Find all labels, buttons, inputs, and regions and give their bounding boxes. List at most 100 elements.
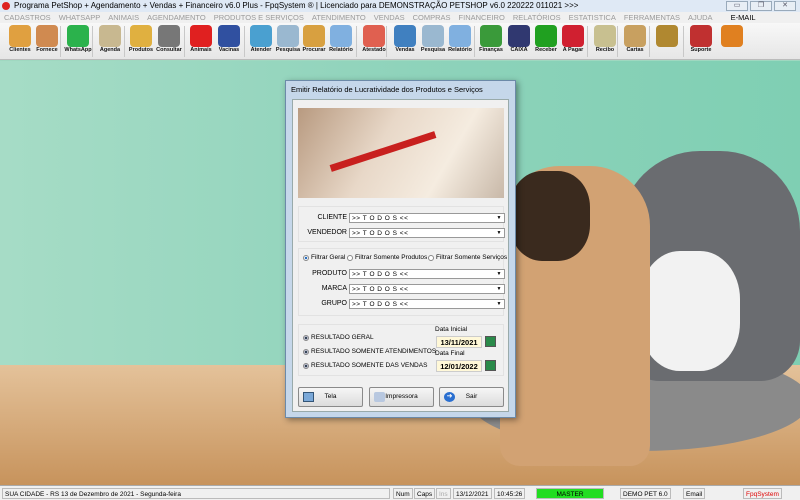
result-label: RESULTADO SOMENTE ATENDIMENTOS bbox=[311, 348, 437, 355]
toolbar-button-clientes[interactable]: Clientes bbox=[6, 25, 34, 59]
menu-item[interactable]: CADASTROS bbox=[0, 12, 55, 23]
toolbar-button-caixa[interactable]: CAIXA bbox=[505, 25, 533, 59]
vendedor-value: >> T O D O S << bbox=[352, 230, 409, 237]
menu-item[interactable]: ATENDIMENTO bbox=[308, 12, 370, 23]
data-inicial-label: Data Inicial bbox=[435, 326, 468, 333]
title-bar: Programa PetShop + Agendamento + Vendas … bbox=[0, 0, 800, 12]
menu-item[interactable]: WHATSAPP bbox=[55, 12, 105, 23]
products-icon bbox=[130, 25, 152, 47]
filter-label: Filtrar Geral bbox=[311, 254, 346, 261]
calendar-icon[interactable] bbox=[485, 360, 496, 371]
dropdown-arrow-icon: ▼ bbox=[496, 286, 502, 292]
monitor-icon bbox=[394, 25, 416, 47]
menu-item[interactable]: AJUDA bbox=[684, 12, 717, 23]
cliente-select[interactable]: >> T O D O S << ▼ bbox=[349, 213, 505, 223]
filter-produtos-radio[interactable]: Filtrar Somente Produtos bbox=[347, 254, 427, 261]
menu-bar: CADASTROS WHATSAPP ANIMAIS AGENDAMENTO PRODU… bbox=[0, 12, 800, 23]
toolbar-button-consultar[interactable]: Consultar bbox=[155, 25, 183, 59]
status-date: 13/12/2021 bbox=[453, 488, 492, 499]
cashbook-icon bbox=[508, 25, 530, 47]
toolbar-button-agenda[interactable]: Agenda bbox=[96, 25, 124, 59]
toolbar-button-relat-rio[interactable]: Relatório bbox=[327, 25, 355, 59]
tela-button[interactable]: Tela bbox=[298, 387, 363, 407]
toolbar-button-pesquisa[interactable]: Pesquisa bbox=[419, 25, 447, 59]
toolbar-button-whatsapp[interactable]: WhatsApp bbox=[64, 25, 92, 59]
toolbar-button-a-pagar[interactable]: A Pagar bbox=[559, 25, 587, 59]
cat-chest bbox=[640, 251, 740, 371]
window-icon bbox=[303, 392, 314, 402]
status-email[interactable]: Email bbox=[683, 488, 706, 499]
calendar-icon[interactable] bbox=[485, 336, 496, 347]
result-label: RESULTADO GERAL bbox=[311, 334, 374, 341]
vendedor-select[interactable]: >> T O D O S << ▼ bbox=[349, 228, 505, 238]
grupo-value: >> T O D O S << bbox=[352, 301, 409, 308]
toolbar-button-exit-door[interactable] bbox=[718, 25, 746, 59]
dropdown-arrow-icon: ▼ bbox=[496, 271, 502, 277]
sair-button[interactable]: ➜ Sair bbox=[439, 387, 504, 407]
toolbar-button-atestado[interactable]: Atestado bbox=[360, 25, 388, 59]
toolbar-button-pesquisa[interactable]: Pesquisa bbox=[274, 25, 302, 59]
toolbar-button-produtos[interactable]: Produtos bbox=[127, 25, 155, 59]
status-bar: SUA CIDADE - RS 13 de Dezembro de 2021 -… bbox=[0, 485, 800, 500]
whatsapp-icon bbox=[67, 25, 89, 47]
toolbar-button-fornece[interactable]: Fornece bbox=[33, 25, 61, 59]
toolbar-button-vendas[interactable]: Vendas bbox=[391, 25, 419, 59]
status-num: Num bbox=[393, 488, 413, 499]
menu-item[interactable]: E-MAIL bbox=[727, 12, 760, 23]
menu-item[interactable]: FINANCEIRO bbox=[455, 12, 509, 23]
impressora-label: Impressora bbox=[385, 393, 418, 400]
grupo-select[interactable]: >> T O D O S << ▼ bbox=[349, 299, 505, 309]
pug-face bbox=[510, 171, 590, 261]
marca-select[interactable]: >> T O D O S << ▼ bbox=[349, 284, 505, 294]
dialog-title: Emitir Relatório de Lucratividade dos Pr… bbox=[291, 85, 483, 94]
resultado-geral-radio[interactable]: RESULTADO GERAL bbox=[303, 334, 374, 341]
printer-icon bbox=[449, 25, 471, 47]
barcode-icon bbox=[158, 25, 180, 47]
filter-geral-radio[interactable]: Filtrar Geral bbox=[303, 254, 345, 261]
toolbar-button-procurar[interactable]: Procurar bbox=[300, 25, 328, 59]
supplier-icon bbox=[36, 25, 58, 47]
menu-item[interactable]: PRODUTOS E SERVIÇOS bbox=[210, 12, 308, 23]
vendedor-label: VENDEDOR bbox=[307, 229, 347, 236]
menu-item[interactable]: ESTATISTICA bbox=[565, 12, 620, 23]
toolbar-button-animais[interactable]: Animais bbox=[187, 25, 215, 59]
menu-item[interactable]: ANIMAIS bbox=[104, 12, 143, 23]
data-final-input[interactable]: 12/01/2022 bbox=[436, 360, 482, 372]
pencil-image bbox=[329, 131, 437, 172]
toolbar-button-atender[interactable]: Atender bbox=[247, 25, 275, 59]
window-title: Programa PetShop + Agendamento + Vendas … bbox=[14, 1, 579, 10]
menu-item[interactable]: FERRAMENTAS bbox=[620, 12, 684, 23]
clients-icon bbox=[9, 25, 31, 47]
toolbar-button-relat-rio[interactable]: Relatório bbox=[446, 25, 474, 59]
toolbar-button-recibo[interactable]: Recibo bbox=[591, 25, 619, 59]
status-time: 10:45:26 bbox=[494, 488, 526, 499]
status-city-date: SUA CIDADE - RS 13 de Dezembro de 2021 -… bbox=[2, 488, 390, 499]
toolbar-button-receber[interactable]: Receber bbox=[532, 25, 560, 59]
filter-servicos-radio[interactable]: Filtrar Somente Serviços bbox=[428, 254, 507, 261]
close-button[interactable]: ✕ bbox=[774, 1, 796, 11]
filter-label: Filtrar Somente Produtos bbox=[355, 254, 428, 261]
toolbar-button-vacinas[interactable]: Vacinas bbox=[215, 25, 243, 59]
menu-item[interactable]: RELATÓRIOS bbox=[509, 12, 565, 23]
menu-item[interactable]: COMPRAS bbox=[409, 12, 455, 23]
toolbar-button-suporte[interactable]: Suporte bbox=[687, 25, 715, 59]
agenda-icon bbox=[99, 25, 121, 47]
produto-label: PRODUTO bbox=[312, 270, 347, 277]
resultado-atendimentos-radio[interactable]: RESULTADO SOMENTE ATENDIMENTOS bbox=[303, 348, 436, 355]
maximize-button[interactable]: ❐ bbox=[750, 1, 772, 11]
minimize-button[interactable]: ▭ bbox=[726, 1, 748, 11]
toolbar-button-coins[interactable] bbox=[653, 25, 681, 59]
data-inicial-input[interactable]: 13/11/2021 bbox=[436, 336, 482, 348]
toolbar-button-cartas[interactable]: Cartas bbox=[621, 25, 649, 59]
resultado-vendas-radio[interactable]: RESULTADO SOMENTE DAS VENDAS bbox=[303, 362, 427, 369]
produto-select[interactable]: >> T O D O S << ▼ bbox=[349, 269, 505, 279]
impressora-button[interactable]: Impressora bbox=[369, 387, 434, 407]
coins-icon bbox=[656, 25, 678, 47]
menu-item[interactable]: AGENDAMENTO bbox=[143, 12, 210, 23]
sair-label: Sair bbox=[465, 393, 478, 400]
app-icon bbox=[2, 2, 10, 10]
toolbar-button-finan-as[interactable]: Finanças bbox=[477, 25, 505, 59]
status-version: DEMO PET 6.0 bbox=[620, 488, 671, 499]
paw-plus-icon bbox=[250, 25, 272, 47]
menu-item[interactable]: VENDAS bbox=[370, 12, 409, 23]
